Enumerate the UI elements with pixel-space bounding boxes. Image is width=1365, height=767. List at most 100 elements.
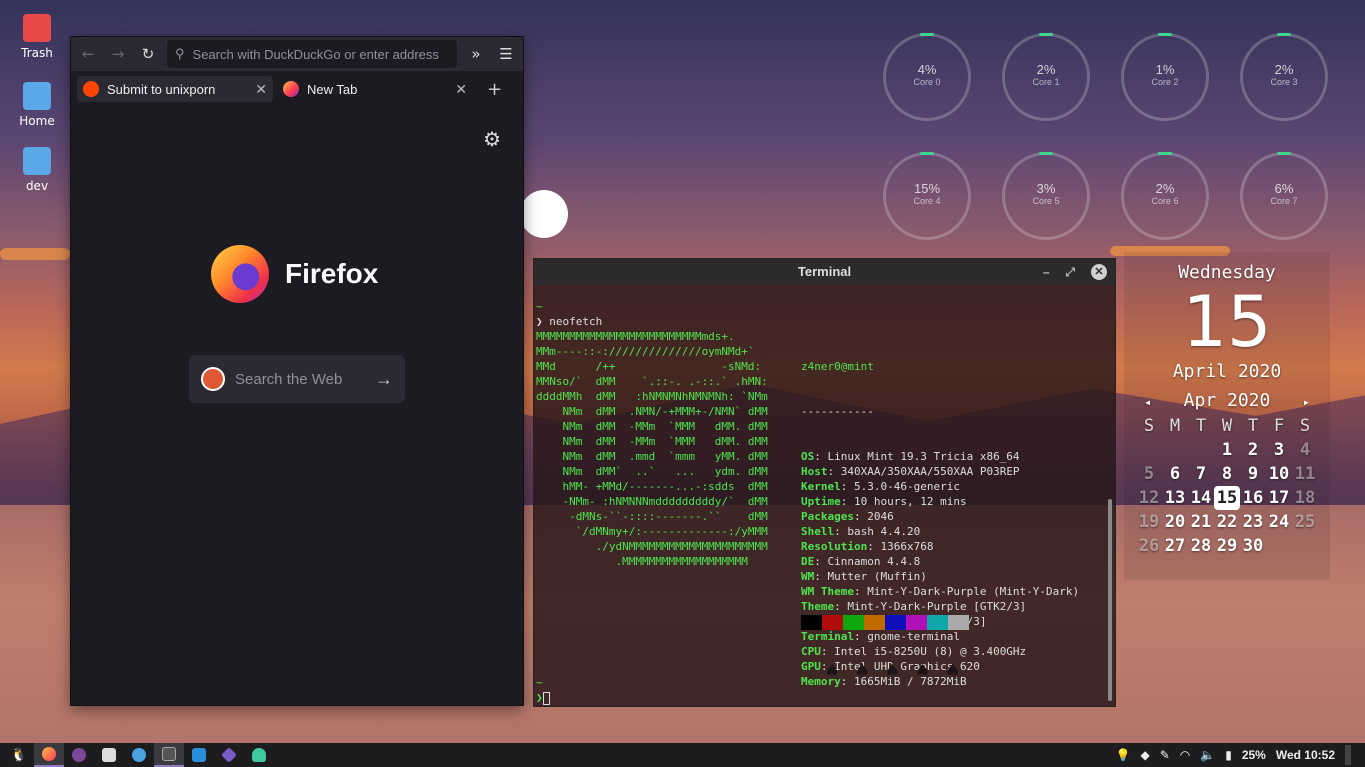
lightbulb-icon[interactable]: 💡 [1116,748,1131,762]
calendar-day[interactable]: 28 [1188,534,1214,558]
calendar-day[interactable]: 6 [1162,462,1188,486]
calendar-day[interactable]: 18 [1292,486,1318,510]
web-search-placeholder: Search the Web [235,370,343,388]
info-row: Kernel: 5.3.0-46-generic [801,479,1079,494]
ascii-line: MMd /++ -sNMd: [536,360,762,373]
calendar-day[interactable]: 14 [1188,486,1214,510]
desktop-home[interactable]: Home [12,82,62,128]
info-row: Host: 340XAA/350XAA/550XAA P03REP [801,464,1079,479]
new-tab-plus-icon[interactable]: + [487,79,502,100]
tab-title: Submit to unixporn [107,81,216,97]
calendar-day[interactable]: 22 [1214,510,1240,534]
volume-icon[interactable]: 🔈 [1200,748,1215,762]
gear-icon[interactable]: ⚙ [483,127,501,151]
color-picker-icon[interactable]: ✎ [1160,748,1170,762]
desktop-trash[interactable]: Trash [12,14,62,60]
calendar-day[interactable]: 13 [1162,486,1188,510]
wifi-icon[interactable]: ◠ [1180,748,1190,762]
calendar-day[interactable]: 2 [1240,438,1266,462]
calendar-day[interactable]: 5 [1136,462,1162,486]
taskbar-vscode[interactable] [184,743,214,767]
forward-arrow-icon[interactable]: → [107,45,129,63]
info-row: DE: Cinnamon 4.4.8 [801,554,1079,569]
info-key: Uptime [801,495,841,508]
taskbar-terminal[interactable] [154,743,184,767]
info-value: 5.3.0-46-generic [854,480,960,493]
cpu-core-ring: 2% Core 3 [1240,33,1328,121]
close-icon[interactable]: ✕ [1091,264,1107,280]
calendar-day[interactable]: 27 [1162,534,1188,558]
calendar-day[interactable]: 29 [1214,534,1240,558]
info-value: Cinnamon 4.4.8 [827,555,921,568]
clock[interactable]: Wed 10:52 [1276,748,1335,762]
calendar-day[interactable]: 12 [1136,486,1162,510]
calendar-day[interactable]: 3 [1266,438,1292,462]
desktop-dev[interactable]: dev [12,147,62,193]
back-arrow-icon[interactable]: ← [77,45,99,63]
ascii-line: NMm dMM -MMm `MMM dMM. dMM [536,420,768,433]
overflow-chevron-icon[interactable]: » [465,45,487,63]
web-search-box[interactable]: Search the Web → [189,355,405,403]
calendar-day[interactable]: 11 [1292,462,1318,486]
info-value: 1366x768 [880,540,934,553]
reload-icon[interactable]: ↻ [137,45,159,63]
url-bar[interactable]: ⚲ Search with DuckDuckGo or enter addres… [167,40,457,68]
ascii-line: NMm dMM .NMN/-+MMM+-/NMN` dMM [536,405,768,418]
minimize-icon[interactable]: – [1043,259,1050,285]
calendar-day[interactable]: 19 [1136,510,1162,534]
search-icon: ⚲ [175,46,185,61]
prev-month-icon[interactable]: ◂ [1144,390,1151,414]
calendar-day[interactable]: 16 [1240,486,1266,510]
calendar-nav: ◂ Apr 2020 ▸ [1124,390,1330,414]
battery-icon[interactable]: ▮ [1225,748,1232,762]
calendar-day[interactable]: 25 [1292,510,1318,534]
calendar-day[interactable]: 30 [1240,534,1266,558]
calendar-day[interactable]: 24 [1266,510,1292,534]
taskbar-telegram[interactable] [124,743,154,767]
close-tab-icon[interactable]: ✕ [255,81,267,98]
calendar-day[interactable]: 7 [1188,462,1214,486]
calendar-day[interactable]: 15 [1214,486,1240,510]
terminal-icon [162,747,176,761]
calendar-day[interactable]: 26 [1136,534,1162,558]
terminal-scrollbar[interactable] [1108,499,1112,701]
maximize-icon[interactable]: ⤢ [1065,259,1075,285]
calendar-day[interactable]: 21 [1188,510,1214,534]
prompt-tilde: ~ [536,300,543,313]
ascii-line: NMm dMM` ..` ... ydm. dMM [536,465,768,478]
hamburger-menu-icon[interactable]: ☰ [495,45,517,63]
cpu-core-ring: 6% Core 7 [1240,152,1328,240]
calendar-day[interactable]: 10 [1266,462,1292,486]
calendar-day[interactable]: 23 [1240,510,1266,534]
calendar-day[interactable]: 1 [1214,438,1240,462]
next-month-icon[interactable]: ▸ [1303,390,1310,414]
menu-button[interactable]: 🐧 [4,743,34,767]
info-value: bash 4.4.20 [847,525,921,538]
taskbar-firefox[interactable] [34,743,64,767]
prompt-cursor[interactable]: ❯ [536,690,550,705]
cpu-core-ring: 3% Core 5 [1002,152,1090,240]
diamond-app-icon [221,747,237,763]
calendar-day[interactable]: 17 [1266,486,1292,510]
taskbar-app-purple[interactable] [214,743,244,767]
folder-icon [23,147,51,175]
calendar-day[interactable]: 9 [1240,462,1266,486]
tab-new-tab[interactable]: New Tab ✕ [277,76,473,102]
info-value: Mint-Y-Dark-Purple (Mint-Y-Dark) [867,585,1080,598]
calendar-day[interactable]: 20 [1162,510,1188,534]
desktop-corner[interactable] [1345,745,1351,765]
terminal-output[interactable]: ~ ❯ neofetch MMMMMMMMMMMMMMMMMMMMMMMMMmd… [536,299,768,568]
calendar-day[interactable]: 8 [1214,462,1240,486]
calendar-day[interactable]: 4 [1292,438,1318,462]
taskbar-app-green[interactable] [244,743,274,767]
home-folder-icon [23,82,51,110]
close-tab-icon[interactable]: ✕ [455,81,467,98]
taskbar-files[interactable] [94,743,124,767]
palette-swatch [927,615,948,630]
tab-submit-to-unixporn[interactable]: Submit to unixporn ✕ [77,76,273,102]
taskbar-tor[interactable] [64,743,94,767]
terminal-titlebar[interactable]: Terminal – ⤢ ✕ [534,259,1115,285]
diamond-icon[interactable]: ◆ [1140,748,1149,762]
search-arrow-icon[interactable]: → [375,369,393,390]
battery-percent: 25% [1241,748,1266,762]
